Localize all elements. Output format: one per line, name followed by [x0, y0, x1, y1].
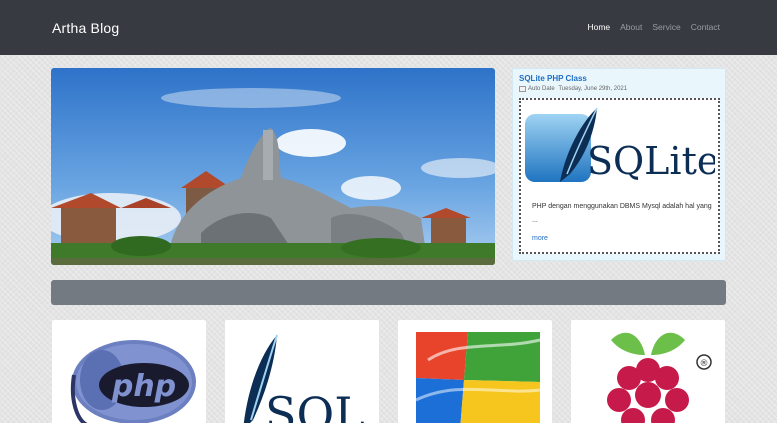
post-date: Tuesday, June 29th, 2021	[558, 86, 628, 92]
broken-image-icon	[519, 86, 526, 92]
section-banner	[51, 280, 726, 305]
post-meta: Auto Date Tuesday, June 29th, 2021	[519, 86, 719, 92]
nav-home[interactable]: Home	[587, 22, 610, 32]
php-logo-text: php	[111, 369, 176, 404]
thumbnail-raspberry-pi[interactable]: ®	[571, 320, 725, 423]
hero-image	[51, 68, 495, 265]
thumbnail-windows[interactable]	[398, 320, 552, 423]
post-excerpt: PHP dengan menggunakan DBMS Mysql adalah…	[532, 203, 712, 224]
featured-post-card: SQLite PHP Class Auto Date Tuesday, June…	[512, 68, 726, 261]
post-image-alt: Auto Date	[528, 86, 555, 92]
thumbnail-sql[interactable]: SQL	[225, 320, 379, 423]
nav-about[interactable]: About	[620, 22, 642, 32]
top-navbar: Artha Blog Home About Service Contact	[0, 0, 777, 55]
main-nav: Home About Service Contact	[587, 22, 720, 32]
nav-service[interactable]: Service	[652, 22, 680, 32]
post-body: SQLite PHP dengan menggunakan DBMS Mysql…	[519, 98, 720, 254]
registered-mark: ®	[700, 359, 709, 369]
post-title[interactable]: SQLite PHP Class	[519, 74, 719, 83]
nav-contact[interactable]: Contact	[691, 22, 720, 32]
sql-logo-text: SQL	[265, 387, 365, 423]
sqlite-logo-text: SQLite	[587, 139, 715, 183]
more-link[interactable]: more	[532, 235, 548, 242]
thumbnail-php[interactable]: php	[52, 320, 206, 423]
sqlite-logo[interactable]: SQLite	[525, 104, 719, 188]
brand-title[interactable]: Artha Blog	[52, 20, 119, 36]
